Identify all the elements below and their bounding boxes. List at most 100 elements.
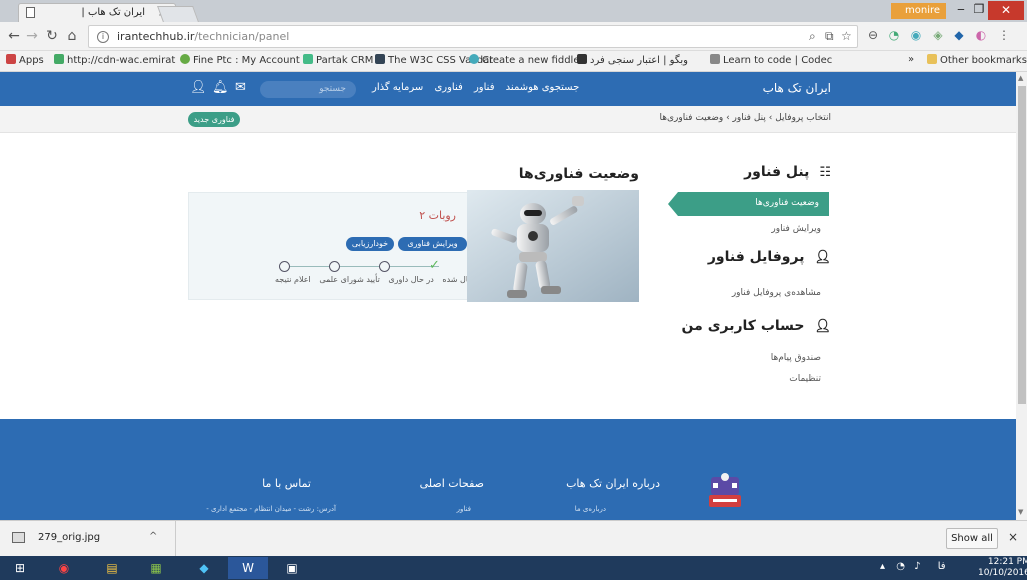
show-all-button[interactable]: Show all xyxy=(946,528,998,549)
bookmark-cdn[interactable]: http://cdn-wac.emirat xyxy=(54,54,175,66)
address-bar[interactable]: i irantechhub.ir/technician/panel ⌕ ⧉ ☆ xyxy=(88,25,858,48)
sidebar-item-inbox[interactable]: صندوق پیام‌ها xyxy=(771,353,821,363)
forward-icon[interactable]: → xyxy=(24,28,40,44)
robot-image[interactable] xyxy=(467,190,639,302)
chevron-up-icon[interactable]: ^ xyxy=(149,531,157,542)
clock-date: 10/10/2016 xyxy=(978,568,1027,578)
site-logo xyxy=(707,471,743,509)
app-icon-2[interactable]: ◆ xyxy=(184,557,224,579)
user-icon[interactable]: 👤︎ xyxy=(190,80,207,95)
bell-icon[interactable]: 🔔︎ xyxy=(212,80,229,95)
web-page: ایران تک هاب جستجوی هوشمند فناور فناوری … xyxy=(0,72,1016,520)
star-icon[interactable]: ☆ xyxy=(841,29,852,43)
breadcrumb[interactable]: انتخاب پروفایل › پنل فناور › وضعیت فناور… xyxy=(659,113,831,123)
panel-section-title: ☷پنل فناور xyxy=(744,164,831,180)
clock[interactable]: 12:21 PM 10/10/2016 xyxy=(978,557,1027,579)
bookmark-fiddle[interactable]: Create a new fiddle - xyxy=(469,54,586,66)
step-result-icon xyxy=(279,261,290,272)
menu-investor[interactable]: سرمایه گذار xyxy=(372,82,423,93)
window-close-icon[interactable]: ✕ xyxy=(988,1,1024,20)
info-icon[interactable]: i xyxy=(97,31,109,43)
extension-icon-3[interactable]: ◉ xyxy=(908,28,924,42)
bookmark-codecademy[interactable]: Learn to code | Codec xyxy=(710,54,832,66)
menu-technology[interactable]: فناوری xyxy=(434,82,462,93)
profile-section-title: 👤︎پروفایل فناور xyxy=(707,249,831,265)
windows-start-icon[interactable]: ⊞ xyxy=(0,557,40,579)
bookmarks-overflow[interactable]: » xyxy=(908,54,914,65)
step-review-icon xyxy=(379,261,390,272)
scroll-up-icon[interactable]: ▲ xyxy=(1018,74,1023,82)
search-input[interactable]: جستجو xyxy=(260,81,356,98)
window-icon[interactable]: ▣ xyxy=(272,557,312,579)
scroll-thumb[interactable] xyxy=(1018,86,1026,404)
profile-badge[interactable]: monire xyxy=(891,3,946,19)
home-icon[interactable]: ⌂ xyxy=(64,28,80,44)
bookmark-icon xyxy=(303,54,313,64)
site-footer: درباره ایران تک هاب درباره‌ی ما صفحات اص… xyxy=(0,419,1016,520)
sidebar-item-settings[interactable]: تنظیمات xyxy=(789,374,821,384)
extension-icon-5[interactable]: ◆ xyxy=(951,28,967,42)
chrome-icon[interactable]: ◉ xyxy=(44,557,84,579)
tray-volume-icon[interactable]: ♪ xyxy=(914,561,920,572)
extension-icon-1[interactable]: ⊖ xyxy=(865,28,881,42)
bookmark-vebgo[interactable]: وبگو | اعتبار سنجی فرد xyxy=(577,54,688,66)
progress-line xyxy=(289,266,439,267)
url-text: irantechhub.ir/technician/panel xyxy=(117,30,290,43)
sidebar-item-edit-technician[interactable]: ویرایش فناور xyxy=(771,224,821,234)
other-bookmarks[interactable]: Other bookmarks xyxy=(927,54,1027,66)
windows-taskbar: ⊞ ◉ ▤ ▦ ◆ W ▣ ▴ ◔ ♪ فا 12:21 PM 10/10/20… xyxy=(0,556,1027,580)
extension-icon-4[interactable]: ◈ xyxy=(930,28,946,42)
clock-time: 12:21 PM xyxy=(987,557,1027,567)
new-technology-button[interactable]: فناوری جدید xyxy=(188,112,240,127)
tray-network-icon[interactable]: ◔ xyxy=(896,561,905,572)
menu-smart-search[interactable]: جستجوی هوشمند xyxy=(506,82,580,93)
extension-icon-6[interactable]: ◐ xyxy=(973,28,989,42)
page-scrollbar[interactable]: ▲ ▼ xyxy=(1016,72,1027,520)
account-section-title: 👤︎حساب کاربری من xyxy=(681,318,831,334)
bookmark-fineptc[interactable]: Fine Ptc : My Account xyxy=(180,54,300,66)
footer-contact-address: آدرس: رشت - میدان انتظام - مجتمع اداری - xyxy=(206,505,336,513)
step-label: اعلام نتیجه xyxy=(275,275,311,284)
user-icon: 👤︎ xyxy=(814,250,831,265)
bookmark-icon xyxy=(375,54,385,64)
footer-about-link[interactable]: درباره‌ی ما xyxy=(575,505,606,513)
tray-arrow-icon[interactable]: ▴ xyxy=(880,561,885,572)
folder-icon xyxy=(927,54,937,64)
menu-technician[interactable]: فناور xyxy=(474,82,495,93)
new-tab-button[interactable] xyxy=(157,6,199,22)
menu-icon[interactable]: ⋮ xyxy=(996,28,1012,42)
file-explorer-icon[interactable]: ▤ xyxy=(92,557,132,579)
footer-contact-title: تماس با ما xyxy=(262,477,311,490)
language-indicator[interactable]: فا xyxy=(938,561,946,572)
sidebar-item-view-profile[interactable]: مشاهده‌ی پروفایل فناور xyxy=(732,288,821,298)
site-brand[interactable]: ایران تک هاب xyxy=(763,81,831,95)
app-icon[interactable]: ▦ xyxy=(136,557,176,579)
window-title-bar: ایران تک هاب | × monire ‒ ❐ ✕ xyxy=(0,0,1027,22)
status-progress: ✓ xyxy=(279,258,444,273)
download-bar-close-icon[interactable]: × xyxy=(1008,530,1018,544)
zoom-icon[interactable]: ⌕ xyxy=(809,29,816,44)
self-evaluation-button[interactable]: خودارزیابی xyxy=(346,237,394,251)
step-label: تأیید شورای علمی xyxy=(319,275,380,284)
extension-icon-2[interactable]: ◔ xyxy=(886,28,902,42)
edit-technology-button[interactable]: ویرایش فناوری xyxy=(398,237,467,251)
image-file-icon xyxy=(12,532,25,543)
reload-icon[interactable]: ↻ xyxy=(44,28,60,44)
bookmark-partak[interactable]: Partak CRM xyxy=(303,54,373,66)
bookmark-apps[interactable]: Apps xyxy=(6,54,44,66)
bookmark-icon xyxy=(710,54,720,64)
back-icon[interactable]: ← xyxy=(6,28,22,44)
page-title: وضعیت فناوری‌ها xyxy=(518,166,639,182)
word-icon[interactable]: W xyxy=(228,557,268,579)
mail-icon[interactable]: ✉ xyxy=(235,80,246,95)
technology-title[interactable]: روبات ۲ xyxy=(419,209,456,222)
bookmark-icon xyxy=(469,54,479,64)
sidebar-item-tech-status[interactable]: وضعیت فناوری‌ها xyxy=(668,192,829,216)
browser-tab[interactable]: ایران تک هاب | × xyxy=(18,3,176,22)
maximize-icon[interactable]: ❐ xyxy=(968,2,990,16)
bookmarks-bar: Apps http://cdn-wac.emirat Fine Ptc : My… xyxy=(0,51,1027,72)
translate-icon[interactable]: ⧉ xyxy=(825,29,834,44)
download-item[interactable]: 279_orig.jpg ^ xyxy=(0,521,176,556)
scroll-down-icon[interactable]: ▼ xyxy=(1018,508,1023,516)
footer-pages-link[interactable]: فناور xyxy=(457,505,471,513)
